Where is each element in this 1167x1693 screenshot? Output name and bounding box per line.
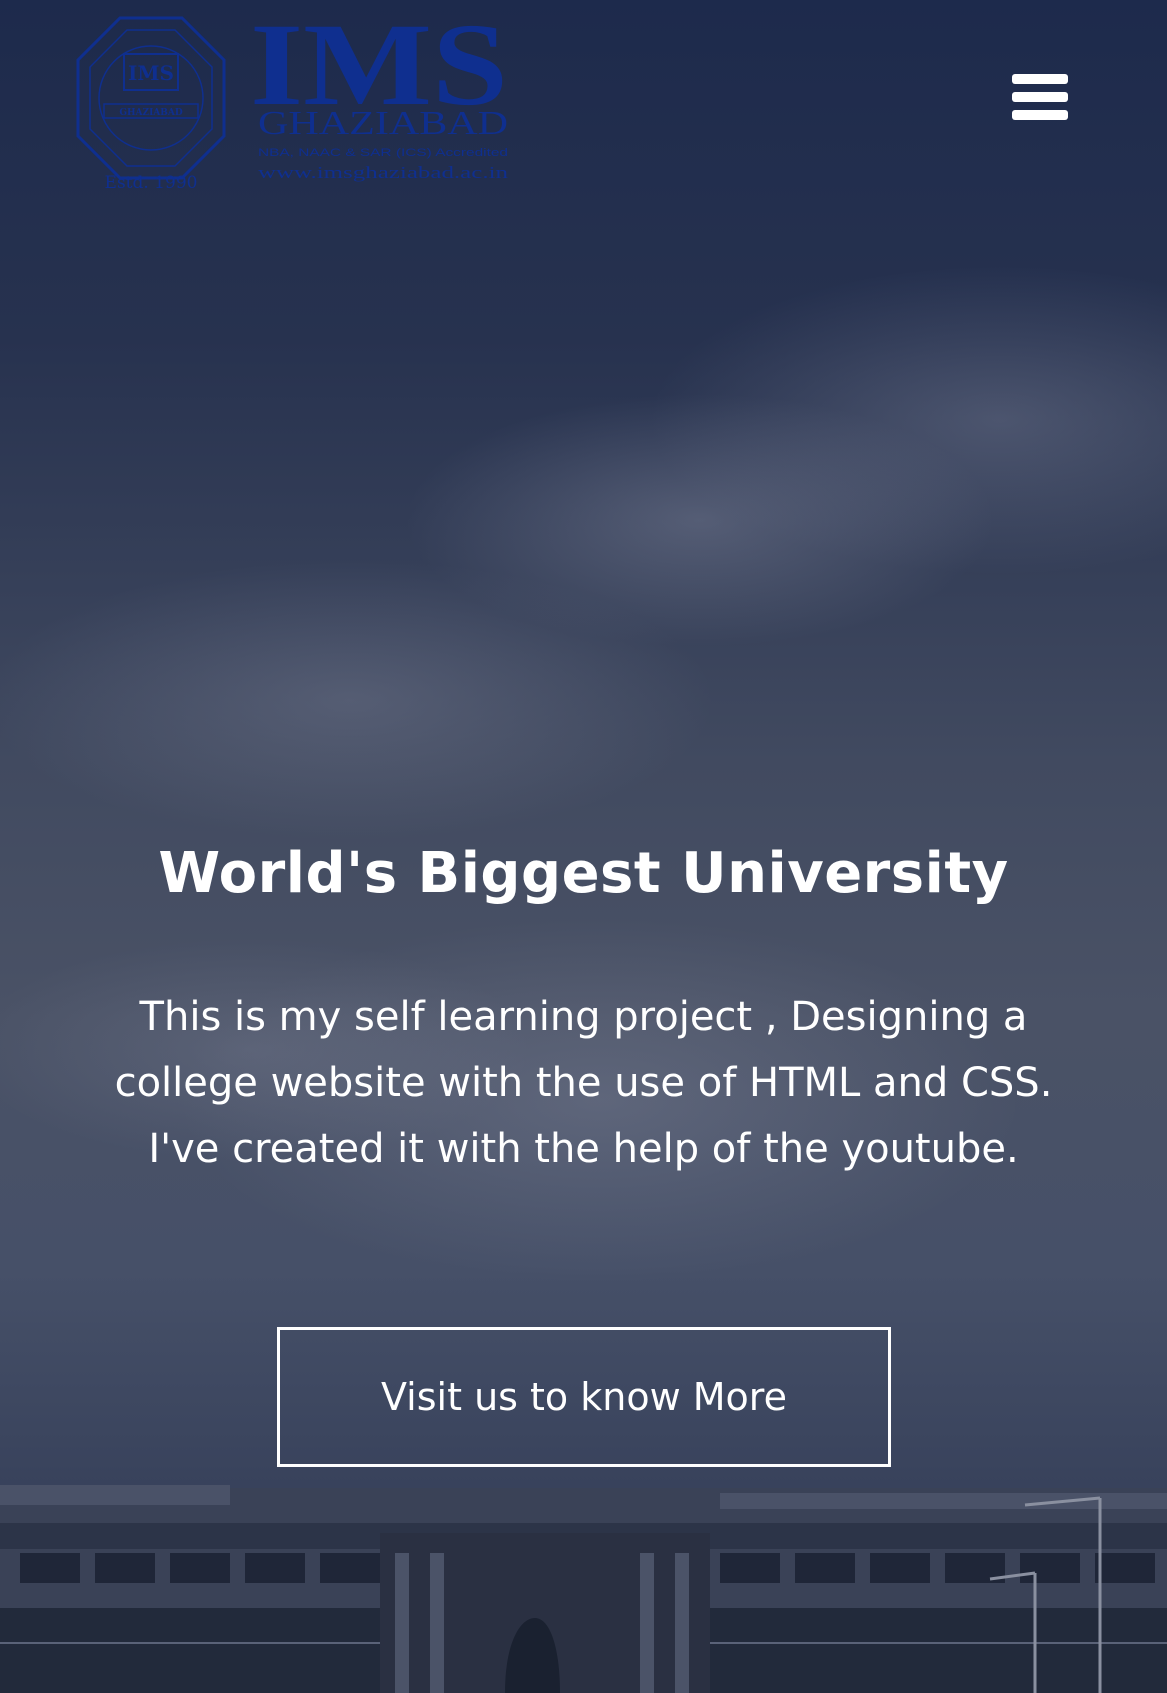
hero-title: World's Biggest University [158,841,1009,906]
visit-us-button[interactable]: Visit us to know More [277,1327,891,1467]
svg-text:Estd. 1990: Estd. 1990 [105,173,198,192]
hero-description: This is my self learning project , Desig… [114,994,1053,1172]
svg-text:www.imsghaziabad.ac.in: www.imsghaziabad.ac.in [258,163,509,182]
ims-ghaziabad-logo[interactable]: IMS GHAZIABAD Estd. 1990 IMS GHAZIABAD N… [72,12,512,192]
menu-bar-top [1012,74,1068,84]
ims-wordmark: IMS GHAZIABAD NBA, NAAC & SAR (ICS) Accr… [250,12,509,182]
menu-bar-middle [1012,92,1068,102]
ims-seal: IMS GHAZIABAD Estd. 1990 [76,16,226,192]
svg-text:IMS: IMS [128,61,174,85]
svg-text:NBA, NAAC & SAR (ICS) Accredit: NBA, NAAC & SAR (ICS) Accredited [258,147,508,159]
svg-text:GHAZIABAD: GHAZIABAD [258,105,508,142]
visit-us-button-label: Visit us to know More [381,1375,787,1419]
hero-section: IMS GHAZIABAD Estd. 1990 IMS GHAZIABAD N… [0,0,1167,1693]
svg-text:GHAZIABAD: GHAZIABAD [119,108,183,118]
menu-bar-bottom [1012,110,1068,120]
hamburger-menu-icon[interactable] [1008,72,1068,124]
